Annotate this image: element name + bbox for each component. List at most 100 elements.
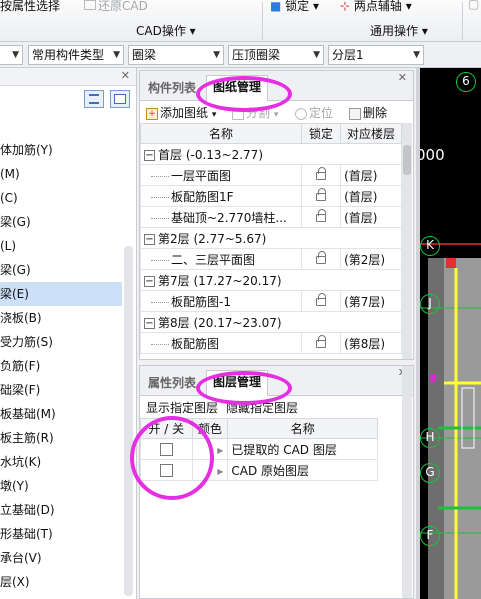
floor-group-label: 第7层 (17.27~20.17) [158, 273, 282, 288]
drawing-row[interactable]: 板配筋图1F (首层) [140, 185, 402, 207]
layer-table: 开 / 关 颜色 名称 ▶ 已提取的 CAD 图层 ▶ CAD 原始图层 [140, 418, 378, 481]
tab-component-list[interactable]: 构件列表 [148, 79, 196, 96]
lock-cell[interactable] [300, 206, 342, 228]
tree-connector-icon [151, 259, 169, 261]
component-tree-item[interactable]: 墩(Y) [0, 474, 122, 498]
lock-cell[interactable] [300, 185, 342, 207]
drawing-name: 板配筋图-1 [171, 294, 231, 309]
left-panel-scrollbar[interactable] [124, 246, 133, 596]
floor-group-row[interactable]: − 第8层 (20.17~23.07) [140, 311, 402, 333]
lock-cell[interactable] [300, 290, 342, 312]
component-tree-item[interactable]: (L) [0, 234, 122, 258]
view-toggle-bar [0, 86, 136, 114]
component-tree-item[interactable]: 体加筋(Y) [0, 138, 122, 162]
component-tree-item[interactable]: 负筋(F) [0, 354, 122, 378]
axis-bubble-g: G [420, 463, 440, 483]
lock-cell[interactable] [300, 248, 342, 270]
collapse-icon[interactable]: − [144, 233, 155, 245]
component-tree-item[interactable]: (C) [0, 186, 122, 210]
drawing-name-cell: 二、三层平面图 [140, 248, 302, 270]
component-type-combo[interactable]: 常用构件类型 ▼ [28, 45, 124, 65]
detail-view-button[interactable] [110, 90, 130, 108]
collapse-icon[interactable]: − [144, 317, 155, 329]
cad-viewport[interactable]: 000 6 K J H G F [416, 68, 481, 599]
floor-group-row[interactable]: − 第7层 (17.27~20.17) [140, 269, 402, 291]
lock-icon [316, 166, 326, 180]
component-tree-item[interactable]: 础梁(F) [0, 378, 122, 402]
layer-panel-tabs: 属性列表 图层管理 ✕ [140, 366, 413, 396]
restore-cad-button[interactable]: 还原CAD [84, 0, 148, 14]
collapse-icon[interactable]: − [144, 275, 155, 287]
split-button[interactable]: 分割 ▾ [232, 104, 278, 121]
close-icon[interactable]: ✕ [121, 69, 130, 82]
drawing-name: 板配筋图 [171, 336, 220, 351]
scroll-thumb[interactable] [403, 145, 411, 175]
collapse-icon[interactable]: − [144, 149, 155, 161]
tab-layer-manage[interactable]: 图层管理 [206, 370, 269, 396]
aux-axis-icon: ⊹ [340, 0, 351, 13]
add-drawing-button[interactable]: + 添加图纸 ▾ [146, 104, 216, 121]
layer-row[interactable]: ▶ CAD 原始图层 [140, 459, 378, 481]
drawing-row[interactable]: 板配筋图-1 (第7层) [140, 290, 402, 312]
lock-cell[interactable] [300, 164, 342, 186]
layer-color-cell[interactable]: ▶ [191, 438, 229, 460]
component-tree-item[interactable]: 浇板(B) [0, 306, 122, 330]
lock-icon: ■ [270, 0, 282, 13]
layer-scrollbar[interactable] [402, 366, 412, 598]
col-color-header: 颜色 [191, 418, 229, 439]
cad-ops-group[interactable]: CAD操作 ▾ [136, 22, 196, 39]
tab-property-list[interactable]: 属性列表 [148, 374, 196, 391]
drawing-row[interactable]: 一层平面图 (首层) [140, 164, 402, 186]
component-tree-item[interactable]: 板基础(M) [0, 402, 122, 426]
drawing-row[interactable]: 板配筋图 (第8层) [140, 332, 402, 354]
component-tree-item[interactable]: 水坑(K) [0, 450, 122, 474]
layer-visibility-checkbox[interactable] [159, 443, 173, 456]
component-tree-item[interactable]: 板主筋(R) [0, 426, 122, 450]
layer-manage-panel: 属性列表 图层管理 ✕ 显示指定图层 隐藏指定图层 开 / 关 颜色 名称 ▶已… [139, 365, 414, 599]
close-icon[interactable]: ✕ [398, 71, 407, 84]
cad-marker [446, 258, 456, 268]
component-tree-item[interactable]: 承台(V) [0, 546, 122, 570]
tab-drawing-manage[interactable]: 图纸管理 [206, 75, 269, 101]
hide-specified-layers-link[interactable]: 隐藏指定图层 [226, 399, 298, 416]
component-tree-item[interactable]: 梁(E) [0, 282, 122, 306]
drawing-name-cell: 板配筋图 [140, 332, 302, 354]
component-tree-item[interactable]: 立基础(D) [0, 498, 122, 522]
drawing-row[interactable]: 基础顶~2.770墙柱... (首层) [140, 206, 402, 228]
component-tree-item[interactable]: 梁(G) [0, 210, 122, 234]
filter-combo-partial[interactable]: ▼ [0, 45, 23, 65]
two-point-aux-axis-button[interactable]: ⊹ 两点辅轴 ▾ [340, 0, 412, 14]
component-tree-item[interactable]: 层(X) [0, 570, 122, 594]
drawing-name: 二、三层平面图 [171, 252, 256, 267]
list-view-button[interactable] [84, 90, 104, 108]
delete-button[interactable]: 删除 [349, 104, 387, 121]
floor-group-row[interactable]: − 首层 (-0.13~2.77) [140, 143, 402, 165]
common-ops-group[interactable]: 通用操作 ▾ [370, 22, 428, 39]
viewport-splitter[interactable] [416, 68, 420, 599]
component-tree-item[interactable]: 形基础(T) [0, 522, 122, 546]
floor-group-row[interactable]: − 第2层 (2.77~5.67) [140, 227, 402, 249]
component-tree-list: 体加筋(Y) (M) (C) 梁(G) (L) 梁(G) 梁(E) 浇板(B) 受力筋(S) 负筋… [0, 138, 122, 594]
list-icon [89, 94, 99, 104]
layer-combo[interactable]: 分层1 ▼ [328, 45, 424, 65]
component-tree-item[interactable]: (M) [0, 162, 122, 186]
floor-cell: (首层) [340, 185, 402, 207]
locate-button[interactable]: 定位 [295, 104, 333, 121]
component-tree-item[interactable]: 受力筋(S) [0, 330, 122, 354]
component-name-combo[interactable]: 压顶圈梁 ▼ [228, 45, 324, 65]
component-combo[interactable]: 圈梁 ▼ [128, 45, 224, 65]
drawing-scrollbar[interactable] [402, 123, 412, 359]
lock-button[interactable]: ■ 锁定 ▾ [270, 0, 319, 14]
show-specified-layers-link[interactable]: 显示指定图层 [146, 399, 218, 416]
layer-color-cell[interactable]: ▶ [191, 459, 229, 481]
layer-visibility-checkbox[interactable] [159, 464, 173, 477]
layer-row[interactable]: ▶ 已提取的 CAD 图层 [140, 438, 378, 460]
component-tree-item[interactable]: 梁(G) [0, 258, 122, 282]
lock-cell[interactable] [300, 332, 342, 354]
select-by-attribute-button[interactable]: 按属性选择 [0, 0, 60, 14]
tree-connector-icon [151, 196, 169, 198]
drawing-row[interactable]: 二、三层平面图 (第2层) [140, 248, 402, 270]
panel-header: ✕ [0, 68, 136, 86]
drawing-name: 基础顶~2.770墙柱... [171, 210, 287, 225]
component-tree-panel: ✕ 体加筋(Y) (M) (C) 梁(G) (L) 梁(G) 梁(E) 浇板(B) 受力筋(S)… [0, 68, 137, 599]
